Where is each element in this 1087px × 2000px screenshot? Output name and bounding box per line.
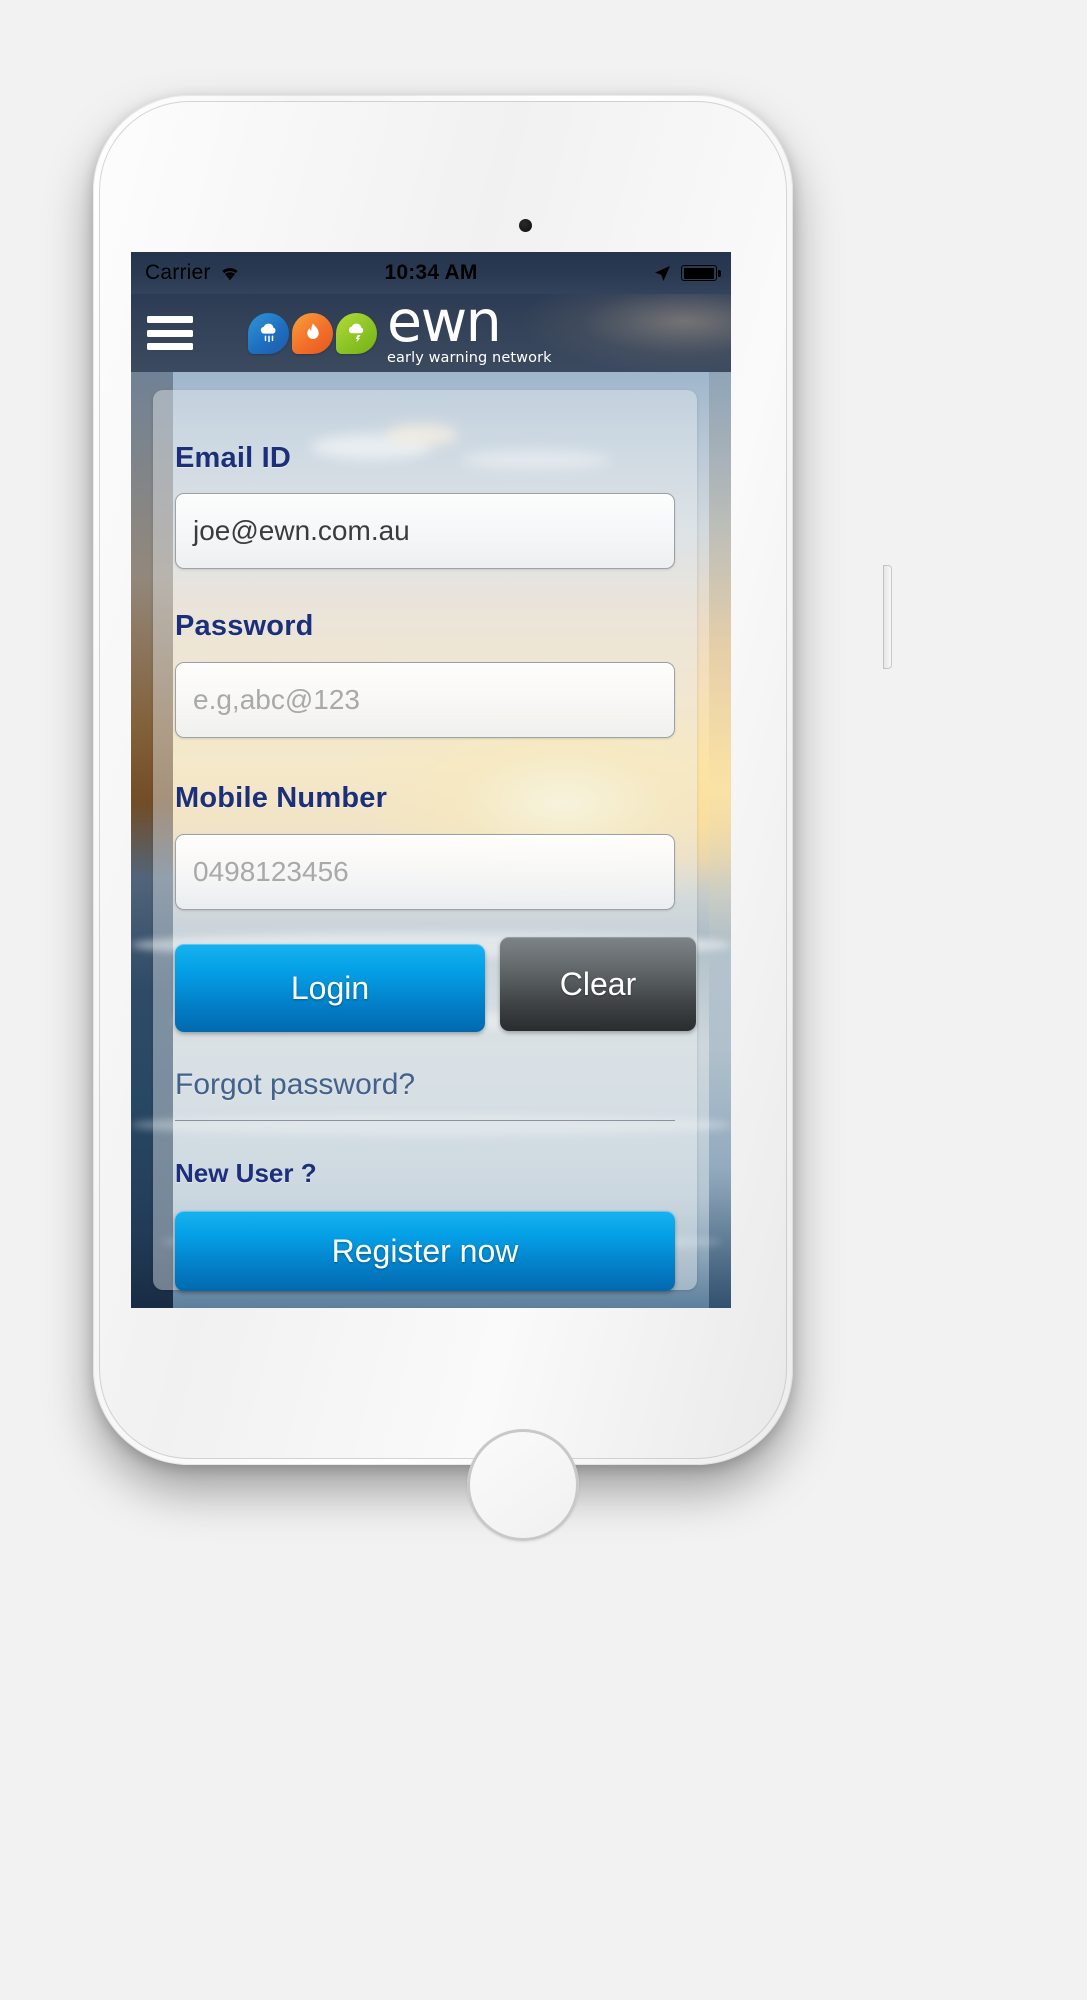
login-button[interactable]: Login	[175, 944, 485, 1032]
status-bar: Carrier 10:34 AM	[131, 252, 731, 294]
flame-icon	[292, 312, 333, 354]
ewn-tagline: early warning network	[387, 349, 552, 366]
mobile-number-input[interactable]: 0498123456	[175, 834, 675, 910]
storm-cloud-icon	[336, 312, 377, 354]
home-button[interactable]	[467, 1429, 579, 1541]
new-user-label: New User ?	[175, 1158, 317, 1188]
status-bar-right	[654, 265, 721, 282]
battery-full-icon	[681, 265, 721, 281]
wifi-icon	[221, 268, 238, 281]
status-bar-left: Carrier	[145, 261, 241, 285]
register-now-button[interactable]: Register now	[175, 1211, 675, 1291]
location-arrow-icon	[655, 265, 670, 281]
hamburger-menu-icon[interactable]	[147, 316, 193, 350]
login-screen-background: Email ID joe@ewn.com.au Password e.g,abc…	[131, 372, 731, 1308]
photo-edge-right	[709, 372, 731, 1308]
proximity-sensor	[519, 219, 532, 232]
email-label: Email ID	[175, 442, 292, 474]
phone-screen: Carrier 10:34 AM ewn early warning netwo…	[131, 252, 731, 1308]
ewn-logo: ewn early warning network	[248, 294, 552, 366]
mobile-number-label: Mobile Number	[175, 782, 388, 814]
forgot-password-link[interactable]: Forgot password?	[175, 1068, 415, 1102]
password-input[interactable]: e.g,abc@123	[175, 662, 675, 738]
app-header: ewn early warning network	[131, 294, 731, 372]
power-button[interactable]	[883, 565, 892, 669]
clear-button[interactable]: Clear	[500, 937, 696, 1031]
email-input[interactable]: joe@ewn.com.au	[175, 493, 675, 569]
password-label: Password	[175, 610, 314, 642]
ewn-wordmark: ewn early warning network	[387, 294, 552, 366]
ewn-brand-text: ewn	[387, 294, 502, 356]
carrier-label: Carrier	[145, 261, 211, 284]
rain-cloud-icon	[248, 312, 289, 354]
section-divider	[175, 1120, 675, 1121]
login-form-panel: Email ID joe@ewn.com.au Password e.g,abc…	[153, 390, 697, 1291]
